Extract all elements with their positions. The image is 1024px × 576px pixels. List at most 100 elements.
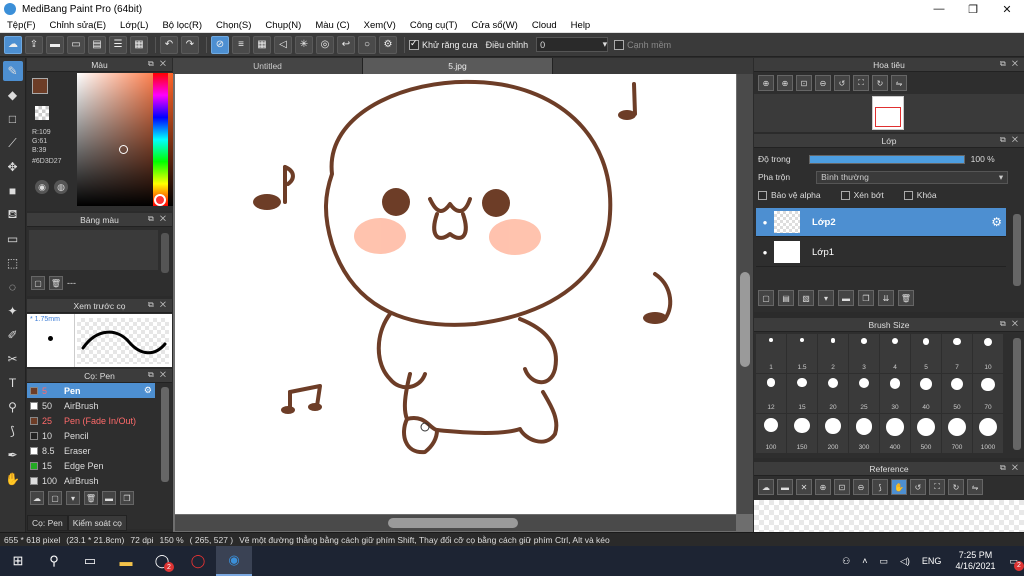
gear-icon[interactable]: ⚙ [144,385,152,396]
opacity-slider[interactable] [808,154,965,164]
menu-snap[interactable]: Chụp(N) [258,20,308,31]
panel-options-icon[interactable]: ⧉ ✕ [148,214,168,224]
protect-alpha-checkbox[interactable] [758,190,767,200]
brush-item[interactable]: 15 Edge Pen [27,458,155,473]
eye-icon[interactable]: ● [756,248,774,257]
panel-options-icon[interactable]: ⧉ ✕ [1000,59,1020,69]
panel-icon[interactable]: ▦ [130,35,148,54]
new-palette-icon[interactable]: ▢ [31,276,45,290]
brush-size-option[interactable]: 400 [880,414,910,453]
search-icon[interactable]: ⚲ [36,546,72,576]
file-explorer-icon[interactable]: ▬ [108,546,144,576]
people-icon[interactable]: ⚇ [842,556,850,567]
concentric-snap-icon[interactable]: ◎ [316,35,334,54]
tab-brush-control[interactable]: Kiểm soát cọ [67,515,127,531]
brush-size-option[interactable]: 40 [911,374,941,413]
fit-window-icon[interactable]: ⛶ [853,75,869,91]
brush-size-option[interactable]: 300 [849,414,879,453]
panel-options-icon[interactable]: ⧉ ✕ [148,300,168,310]
brush-list-scrollbar[interactable] [161,387,169,482]
new-halftone-layer-icon[interactable]: ▤ [778,290,794,306]
duplicate-layer-icon[interactable]: ❐ [858,290,874,306]
new-brush-icon[interactable]: ▢ [48,491,62,505]
antialias-checkbox[interactable] [409,38,419,50]
smooth-toggle[interactable]: Cạnh mềm [614,39,671,50]
delete-layer-icon[interactable]: 🗑 [898,290,914,306]
hue-slider[interactable] [153,73,168,206]
lock-checkbox[interactable] [903,190,913,200]
fill-rect-tool-icon[interactable]: ■ [3,181,23,201]
flip-icon[interactable]: ⇋ [967,479,983,495]
brush-size-option[interactable]: 100 [756,414,786,453]
clipping-checkbox[interactable] [840,190,850,200]
snap-off-icon[interactable]: ⊘ [211,35,229,54]
navigator-view-frame[interactable] [875,107,901,127]
zoom-out-icon[interactable]: ⊖ [853,479,869,495]
language-indicator[interactable]: ENG [922,556,942,566]
chat-icon[interactable]: ▭ [67,35,85,54]
curve-snap-icon[interactable]: ↩ [337,35,355,54]
palette-wheel-icon[interactable]: ◉ [35,180,49,194]
circle-snap-icon[interactable]: ○ [358,35,376,54]
merge-layer-icon[interactable]: ⇊ [878,290,894,306]
add-brush-icon[interactable]: ▾ [66,491,80,505]
rotate-right-icon[interactable]: ↻ [872,75,888,91]
folder-icon[interactable]: ▬ [838,290,854,306]
panel-options-icon[interactable]: ⧉ ✕ [148,59,168,69]
brush-size-option[interactable]: 20 [818,374,848,413]
menu-help[interactable]: Help [564,20,598,31]
palette-scrollbar[interactable] [161,233,169,273]
parallel-snap-icon[interactable]: ≡ [232,35,250,54]
antialias-toggle[interactable]: Khử răng cưa [409,38,478,50]
blend-mode-select[interactable]: Bình thường ▾ [816,170,1009,184]
horizontal-scroll-thumb[interactable] [388,518,518,528]
chat-app-icon[interactable]: ◯ 2 [144,546,180,576]
perspective-snap-icon[interactable]: ◁ [274,35,292,54]
select-pen-tool-icon[interactable]: ✐ [3,325,23,345]
smooth-checkbox[interactable] [614,39,625,50]
undo-icon[interactable]: ↶ [160,35,178,54]
menu-color[interactable]: Màu (C) [308,20,356,31]
palette-add-icon[interactable]: ◍ [54,180,68,194]
chevron-up-icon[interactable]: ˄ [862,556,867,566]
menu-file[interactable]: Tệp(F) [0,20,43,31]
brush-size-option[interactable]: 500 [911,414,941,453]
brush-item[interactable]: 25 Pen (Fade In/Out) [27,413,155,428]
document-icon[interactable]: ▤ [88,35,106,54]
minimize-button[interactable]: — [922,0,956,18]
palette-swatch-area[interactable] [29,230,158,270]
panel-options-icon[interactable]: ⧉ ✕ [1000,319,1020,329]
duplicate-brush-icon[interactable]: ❐ [120,491,134,505]
transparent-color-swatch[interactable] [35,106,49,120]
clipping-toggle[interactable]: Xén bớt [840,190,884,200]
hand-tool-icon[interactable]: ✋ [3,469,23,489]
drawing-canvas[interactable] [175,74,736,514]
brush-size-option[interactable]: 2 [818,334,848,373]
dropper-tool-icon[interactable]: ⟆ [3,421,23,441]
cloud-brush-icon[interactable]: ☁ [30,491,44,505]
rotate-left-icon[interactable]: ↺ [834,75,850,91]
operation-tool-icon[interactable]: ⚲ [3,397,23,417]
brush-size-option[interactable]: 700 [942,414,972,453]
zoom-in-alt-icon[interactable]: ⊕ [777,75,793,91]
cloud-icon[interactable]: ☁ [4,35,22,54]
select-eraser-tool-icon[interactable]: ✂ [3,349,23,369]
share-icon[interactable]: ⇪ [25,35,43,54]
foreground-color-swatch[interactable] [32,78,48,94]
zoom-out-icon[interactable]: ⊖ [815,75,831,91]
brush-size-option[interactable]: 1000 [973,414,1003,453]
brush-size-option[interactable]: 1.5 [787,334,817,373]
panel-options-icon[interactable]: ⧉ ✕ [148,370,168,380]
eraser-tool-icon[interactable]: ◆ [3,85,23,105]
menu-view[interactable]: Xem(V) [357,20,403,31]
brush-size-option[interactable]: 10 [973,334,1003,373]
brush-size-option[interactable]: 30 [880,374,910,413]
close-button[interactable]: ✕ [990,0,1024,18]
rotate-left-icon[interactable]: ↺ [910,479,926,495]
bucket-tool-icon[interactable]: ⛾ [3,205,23,225]
close-icon[interactable]: ✕ [796,479,812,495]
fit-window-icon[interactable]: ⛶ [929,479,945,495]
brush-size-scrollbar[interactable] [1013,338,1021,450]
layer-list-scrollbar[interactable] [1013,214,1021,286]
opera-browser-icon[interactable]: ◯ [180,546,216,576]
